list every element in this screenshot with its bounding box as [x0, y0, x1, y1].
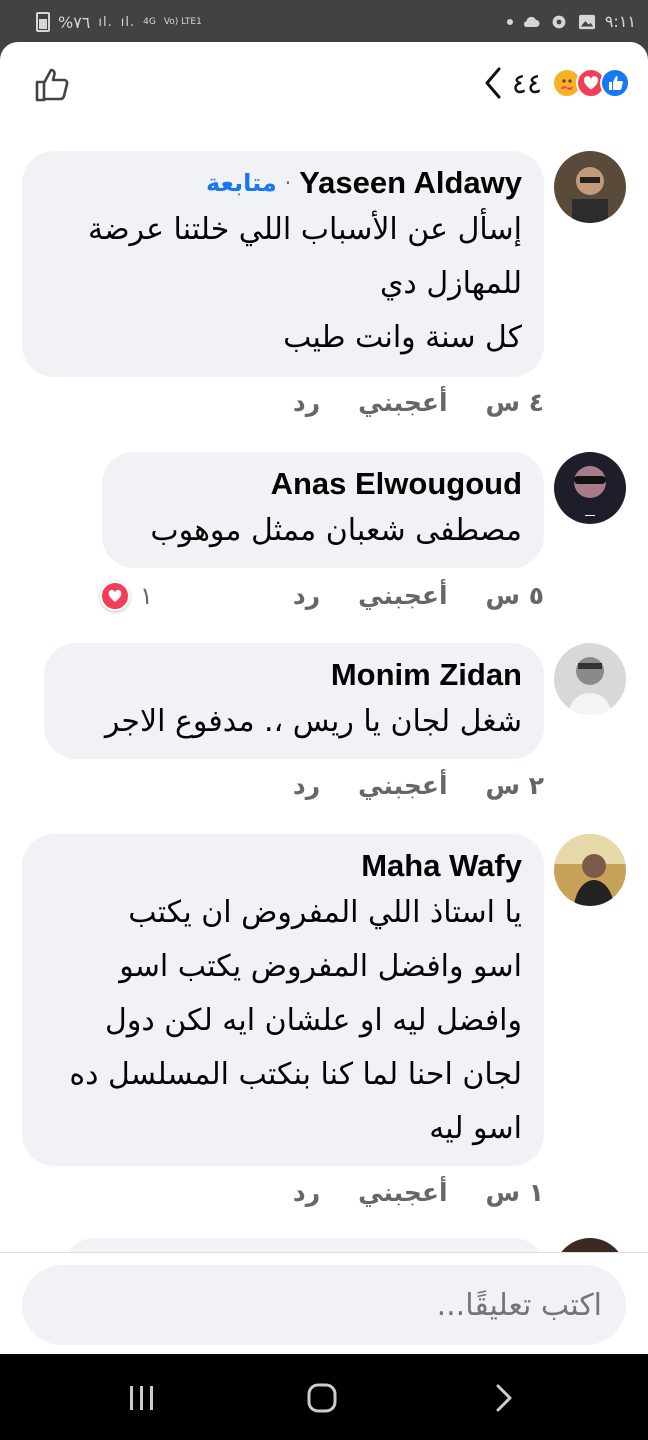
soccer-icon: [552, 15, 566, 28]
like-reaction-icon: [600, 68, 630, 98]
author-line: Anas Elwougoud: [124, 464, 522, 504]
avatar[interactable]: [554, 834, 626, 906]
comment-time: ٢ س: [485, 771, 544, 800]
reply-button[interactable]: رد: [293, 771, 320, 800]
author-name[interactable]: Anas Elwougoud: [271, 466, 522, 502]
gallery-icon: [578, 14, 595, 29]
comment-text-line: كل سنة وانت طيب: [283, 320, 522, 355]
comment-actions: ١ س أعجبني رد: [255, 1178, 544, 1207]
comment-text-line: للمهازل دي: [379, 266, 522, 301]
system-nav-bar: [0, 1354, 648, 1440]
like-button[interactable]: أعجبني: [358, 581, 447, 610]
reactions-summary[interactable]: ٤٤: [482, 66, 630, 100]
reply-button[interactable]: رد: [293, 388, 320, 417]
follow-button[interactable]: متابعة: [206, 169, 277, 197]
network-sub: Vo) LTE1: [163, 16, 202, 27]
love-reaction-icon: [100, 581, 130, 611]
sheet-header: ٤٤: [0, 42, 648, 126]
network-indicator: 4G: [143, 16, 156, 27]
battery-icon: [36, 12, 50, 32]
like-button[interactable]: أعجبني: [358, 1178, 447, 1207]
back-icon[interactable]: [484, 1380, 524, 1416]
signal-icon: ıl.: [98, 14, 113, 30]
signal-icon-2: ıl.: [120, 14, 136, 30]
status-left: %٧٦ ıl. ıl. 4G Vo) LTE1: [36, 12, 202, 32]
author-name[interactable]: Maha Wafy: [361, 848, 522, 884]
comment-text-line: وافضل ليه او علشان ايه لكن دول: [105, 1003, 522, 1038]
comment-composer: [0, 1252, 648, 1354]
status-right: ٩:١١: [506, 12, 636, 31]
comment-reaction-count: ١: [140, 582, 153, 610]
author-line: Monim Zidan: [66, 655, 522, 695]
author-line: Yaseen Aldawy · متابعة: [44, 163, 522, 203]
notification-dot-icon: [506, 18, 513, 25]
separator-dot: ·: [284, 171, 292, 195]
comment-actions: ٢ س أعجبني رد: [255, 771, 544, 800]
author-name[interactable]: Yaseen Aldawy: [299, 165, 522, 201]
comment-time: ١ س: [485, 1178, 544, 1207]
reply-button[interactable]: رد: [293, 1178, 320, 1207]
comment-text-line: شغل لجان يا ريس ،. مدفوع الاجر: [104, 704, 522, 739]
comment-reaction-badge[interactable]: ١: [100, 581, 153, 611]
comment-input[interactable]: [22, 1265, 626, 1345]
network-type: 4G: [143, 16, 156, 27]
author-line: Maha Wafy: [44, 846, 522, 886]
comment-time: ٤ س: [485, 388, 544, 417]
comment-bubble[interactable]: Monim Zidan شغل لجان يا ريس ،. مدفوع الا…: [44, 643, 544, 759]
avatar[interactable]: [554, 151, 626, 223]
comment-bubble[interactable]: Yaseen Aldawy · متابعة إسأل عن الأسباب ا…: [22, 151, 544, 377]
battery-percent: %٧٦: [58, 12, 91, 32]
comment-text-line: لجان احنا لما كنا بنكتب المسلسل ده: [69, 1057, 522, 1092]
comment-bubble[interactable]: Anas Elwougoud مصطفى شعبان ممثل موهوب: [102, 452, 544, 568]
author-name[interactable]: Monim Zidan: [331, 657, 522, 693]
comment-actions: ٤ س أعجبني رد: [255, 388, 544, 417]
comment-text-line: مصطفى شعبان ممثل موهوب: [150, 513, 522, 548]
home-icon[interactable]: [302, 1380, 342, 1416]
status-bar: %٧٦ ıl. ıl. 4G Vo) LTE1 ٩:١١: [0, 0, 648, 44]
svg-text:ـــ: ـــ: [584, 506, 595, 519]
comments-sheet: ٤٤ Yaseen Aldawy · متابعة إسأل عن الأسبا…: [0, 42, 648, 1354]
comment-text-line: إسأل عن الأسباب اللي خلتنا عرضة: [88, 212, 522, 247]
comment-text-line: اسو ليه: [429, 1111, 522, 1146]
comment-text-line: يا استاذ اللي المفروض ان يكتب: [128, 895, 522, 930]
like-icon[interactable]: [32, 64, 72, 104]
avatar[interactable]: [554, 643, 626, 715]
comment-actions: ٥ س أعجبني رد: [255, 581, 544, 610]
cloud-icon: [523, 16, 540, 27]
comment-time: ٥ س: [485, 581, 544, 610]
like-button[interactable]: أعجبني: [358, 388, 447, 417]
recent-apps-icon[interactable]: [122, 1380, 162, 1416]
comment-bubble[interactable]: Maha Wafy يا استاذ اللي المفروض ان يكتب …: [22, 834, 544, 1166]
volte-indicator: Vo) LTE1: [163, 16, 202, 27]
reaction-count: ٤٤: [511, 66, 542, 100]
avatar[interactable]: ـــ: [554, 452, 626, 524]
like-button[interactable]: أعجبني: [358, 771, 447, 800]
reply-button[interactable]: رد: [293, 581, 320, 610]
clock: ٩:١١: [604, 12, 636, 31]
comment-text-line: اسو وافضل المفروض يكتب اسو: [119, 949, 522, 984]
chevron-left-icon[interactable]: [482, 66, 504, 100]
